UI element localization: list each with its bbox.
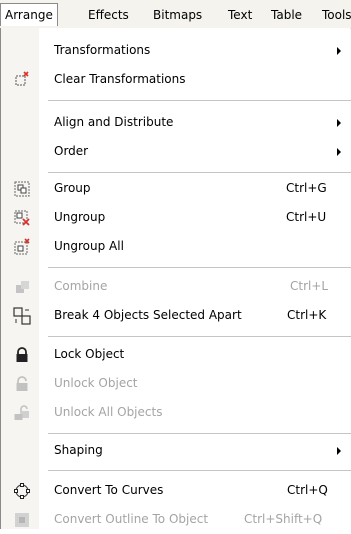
unlock-icon	[16, 376, 28, 391]
menubar-effects[interactable]: Effects	[88, 7, 129, 23]
menu-item-label: Unlock All Objects	[54, 405, 163, 419]
menu-item-group[interactable]: Group Ctrl+G	[1, 174, 351, 203]
menu-item-label: Transformations	[54, 43, 151, 57]
menu-item-unlock-all[interactable]: Unlock All Objects	[1, 398, 351, 427]
menu-item-shortcut: Ctrl+Q	[287, 483, 328, 497]
menubar-tools[interactable]: Tools	[322, 7, 351, 23]
submenu-arrow-icon	[337, 47, 341, 55]
menu-separator	[48, 336, 351, 337]
menu-item-label: Lock Object	[54, 347, 125, 361]
menu-separator	[48, 470, 351, 471]
menu-item-break-apart[interactable]: Break 4 Objects Selected Apart Ctrl+K	[1, 301, 351, 330]
menu-separator	[48, 100, 351, 101]
group-icon	[14, 181, 30, 197]
convert-outline-icon	[15, 513, 29, 527]
menu-item-convert-to-curves[interactable]: Convert To Curves Ctrl+Q	[1, 476, 351, 505]
menu-item-unlock-object[interactable]: Unlock Object	[1, 369, 351, 398]
menu-item-label: Convert To Curves	[54, 483, 164, 497]
arrange-menu: Transformations Clear Transformations Al…	[0, 28, 351, 529]
ungroup-icon	[14, 210, 30, 226]
menu-item-label: Group	[54, 181, 91, 195]
menu-item-label: Combine	[54, 279, 108, 293]
combine-icon	[16, 281, 29, 293]
menu-item-label: Clear Transformations	[54, 72, 186, 86]
menu-item-clear-transformations[interactable]: Clear Transformations	[1, 65, 351, 94]
menu-item-shaping[interactable]: Shaping	[1, 436, 351, 465]
menu-item-align-distribute[interactable]: Align and Distribute	[1, 108, 351, 137]
menu-item-shortcut: Ctrl+K	[287, 308, 327, 322]
menu-item-shortcut: Ctrl+L	[290, 279, 329, 293]
lock-icon	[16, 347, 28, 362]
menu-item-label: Order	[54, 144, 89, 158]
menu-item-label: Break 4 Objects Selected Apart	[54, 308, 242, 322]
menu-separator	[48, 172, 351, 173]
convert-to-curves-icon	[14, 483, 30, 499]
submenu-arrow-icon	[337, 119, 341, 127]
menu-item-transformations[interactable]: Transformations	[1, 36, 351, 65]
menu-item-label: Convert Outline To Object	[54, 512, 209, 526]
menu-item-shortcut: Ctrl+Shift+Q	[244, 512, 323, 526]
menu-item-shortcut: Ctrl+G	[286, 181, 327, 195]
menu-separator	[48, 433, 351, 434]
unlock-all-icon	[14, 405, 29, 420]
menu-item-label: Align and Distribute	[54, 115, 174, 129]
menu-item-shortcut: Ctrl+U	[286, 210, 327, 224]
menu-item-label: Shaping	[54, 443, 103, 457]
menu-item-convert-outline[interactable]: Convert Outline To Object Ctrl+Shift+Q	[1, 505, 351, 534]
menubar-table[interactable]: Table	[271, 7, 302, 23]
ungroup-all-icon	[14, 238, 30, 255]
menu-item-label: Ungroup	[54, 210, 106, 224]
menubar-arrange[interactable]: Arrange	[0, 3, 58, 26]
menu-bar: Arrange Effects Bitmaps Text Table Tools	[0, 0, 351, 29]
clear-transformations-icon	[15, 71, 29, 86]
break-apart-icon	[13, 307, 31, 325]
menu-item-order[interactable]: Order	[1, 137, 351, 166]
menubar-bitmaps[interactable]: Bitmaps	[153, 7, 202, 23]
menu-item-ungroup[interactable]: Ungroup Ctrl+U	[1, 203, 351, 232]
submenu-arrow-icon	[337, 148, 341, 156]
submenu-arrow-icon	[337, 447, 341, 455]
menu-item-label: Ungroup All	[54, 239, 124, 253]
menubar-text[interactable]: Text	[228, 7, 252, 23]
menu-item-lock-object[interactable]: Lock Object	[1, 340, 351, 369]
menu-item-label: Unlock Object	[54, 376, 138, 390]
menu-separator	[48, 267, 351, 268]
menu-item-combine[interactable]: Combine Ctrl+L	[1, 272, 351, 301]
menu-item-ungroup-all[interactable]: Ungroup All	[1, 232, 351, 261]
